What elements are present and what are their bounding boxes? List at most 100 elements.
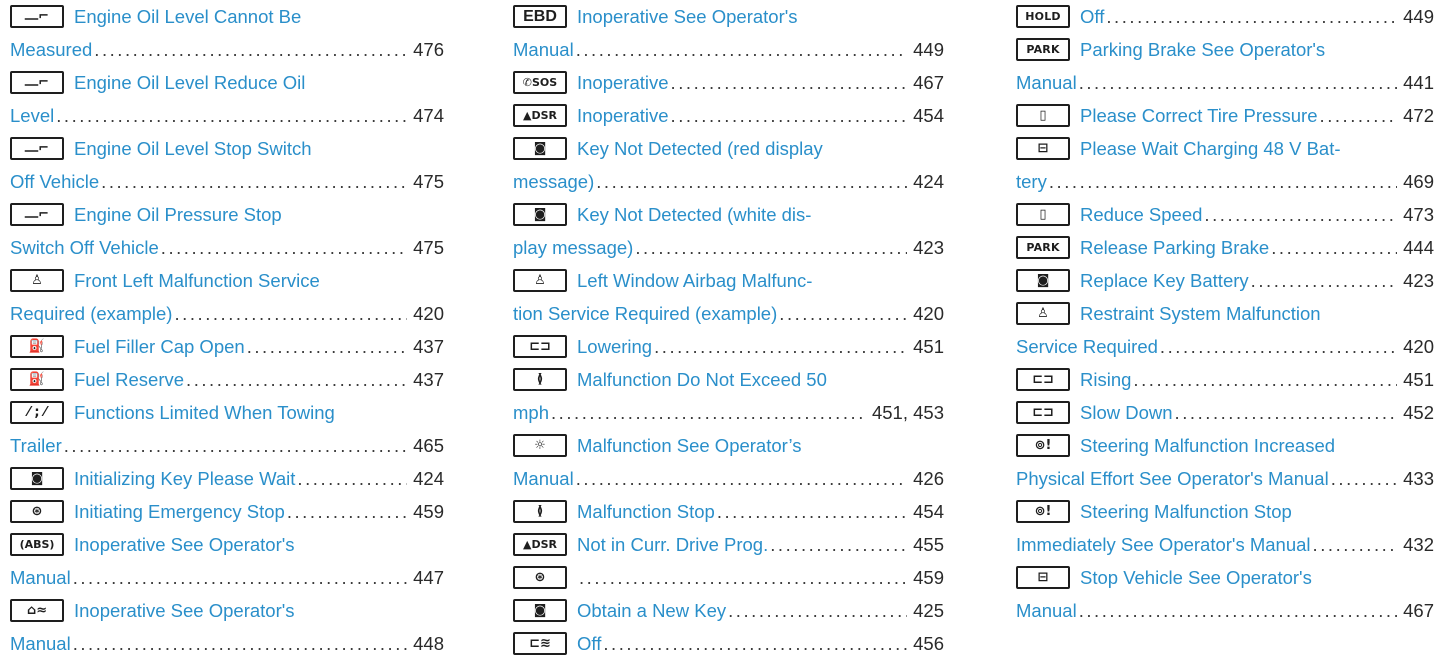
entry-text[interactable]: Manual (1016, 594, 1077, 627)
entry-text[interactable]: Engine Oil Level Stop Switch (74, 132, 312, 165)
entry-text[interactable]: Not in Curr. Drive Prog. (577, 528, 768, 561)
entry-text[interactable]: Physical Effort See Operator's Manual (1016, 462, 1329, 495)
page-number[interactable]: 456 (907, 627, 944, 660)
page-number[interactable]: 474 (407, 99, 444, 132)
entry-text[interactable]: tery (1016, 165, 1047, 198)
entry-text[interactable]: Malfunction Do Not Exceed 50 (577, 363, 827, 396)
page-number[interactable]: 465 (407, 429, 444, 462)
entry-text[interactable]: Service Required (1016, 330, 1158, 363)
page-number[interactable]: 467 (907, 66, 944, 99)
page-number[interactable]: 437 (407, 330, 444, 363)
page-number[interactable]: 454 (907, 99, 944, 132)
entry-text[interactable]: Malfunction See Operator’s (577, 429, 802, 462)
entry-text[interactable]: Manual (1016, 66, 1077, 99)
entry-text[interactable]: Obtain a New Key (577, 594, 726, 627)
entry-text[interactable]: Inoperative See Operator's (74, 594, 295, 627)
entry-text[interactable]: Initializing Key Please Wait (74, 462, 295, 495)
entry-text[interactable]: Stop Vehicle See Operator's (1080, 561, 1312, 594)
entry-text[interactable]: Off (1080, 0, 1104, 33)
page-number[interactable]: 459 (407, 495, 444, 528)
entry-text[interactable]: Malfunction Stop (577, 495, 715, 528)
page-number[interactable]: 455 (907, 528, 944, 561)
page-number[interactable]: 420 (907, 297, 944, 330)
entry-text[interactable]: Measured (10, 33, 92, 66)
entry-text[interactable]: Replace Key Battery (1080, 264, 1249, 297)
entry-text[interactable]: Initiating Emergency Stop (74, 495, 285, 528)
page-number[interactable]: 476 (407, 33, 444, 66)
page-number[interactable]: 475 (407, 165, 444, 198)
entry-text[interactable]: Engine Oil Level Cannot Be (74, 0, 301, 33)
page-number[interactable]: 452 (1397, 396, 1434, 429)
entry-text[interactable]: mph (513, 396, 549, 429)
vehicle-level-icon: ⊏⊐ (513, 335, 567, 358)
entry-text[interactable]: Required (example) (10, 297, 172, 330)
page-number[interactable]: 447 (407, 561, 444, 594)
entry-text[interactable]: Inoperative See Operator's (577, 0, 798, 33)
entry-text[interactable]: Key Not Detected (red display (577, 132, 823, 165)
entry-text[interactable]: Inoperative (577, 66, 669, 99)
entry-text[interactable]: Switch Off Vehicle (10, 231, 159, 264)
entry-text[interactable]: Left Window Airbag Malfunc- (577, 264, 812, 297)
page-number[interactable]: 449 (907, 33, 944, 66)
entry-text[interactable]: Key Not Detected (white dis- (577, 198, 811, 231)
entry-text[interactable]: Inoperative (577, 99, 669, 132)
page-number[interactable]: 420 (407, 297, 444, 330)
page-number[interactable]: 433 (1397, 462, 1434, 495)
page-number[interactable]: 448 (407, 627, 444, 660)
page-number[interactable]: 459 (907, 561, 944, 594)
page-number[interactable]: 441 (1397, 66, 1434, 99)
entry-text[interactable]: Manual (513, 462, 574, 495)
entry-text[interactable]: Parking Brake See Operator's (1080, 33, 1325, 66)
page-number[interactable]: 472 (1397, 99, 1434, 132)
entry-text[interactable]: Reduce Speed (1080, 198, 1202, 231)
page-number[interactable]: 454 (907, 495, 944, 528)
page-number[interactable]: 467 (1397, 594, 1434, 627)
entry-text[interactable]: Slow Down (1080, 396, 1173, 429)
page-number[interactable]: 425 (907, 594, 944, 627)
entry-text[interactable]: tion Service Required (example) (513, 297, 777, 330)
entry-text[interactable]: message) (513, 165, 594, 198)
page-number[interactable]: 420 (1397, 330, 1434, 363)
page-number[interactable]: 449 (1397, 0, 1434, 33)
entry-text[interactable]: Front Left Malfunction Service (74, 264, 320, 297)
entry-text[interactable]: Engine Oil Pressure Stop (74, 198, 282, 231)
entry-text[interactable]: Please Wait Charging 48 V Bat- (1080, 132, 1341, 165)
entry-text[interactable]: Lowering (577, 330, 652, 363)
page-number[interactable]: 432 (1397, 528, 1434, 561)
page-number[interactable]: 469 (1397, 165, 1434, 198)
page-number[interactable]: 475 (407, 231, 444, 264)
entry-text[interactable]: Manual (513, 33, 574, 66)
entry-text[interactable]: Trailer (10, 429, 62, 462)
page-number[interactable]: 423 (907, 231, 944, 264)
entry-text[interactable]: Fuel Reserve (74, 363, 184, 396)
entry-text[interactable]: Restraint System Malfunction (1080, 297, 1321, 330)
entry-text[interactable]: Immediately See Operator's Manual (1016, 528, 1311, 561)
page-number[interactable]: 451 (1397, 363, 1434, 396)
entry-text[interactable]: Off Vehicle (10, 165, 99, 198)
entry-text[interactable]: Off (577, 627, 601, 660)
entry-text[interactable]: Engine Oil Level Reduce Oil (74, 66, 305, 99)
entry-text[interactable]: Steering Malfunction Stop (1080, 495, 1292, 528)
entry-text[interactable]: Please Correct Tire Pressure (1080, 99, 1318, 132)
entry-text[interactable]: Functions Limited When Towing (74, 396, 335, 429)
entry-text[interactable]: Fuel Filler Cap Open (74, 330, 245, 363)
page-number[interactable]: 426 (907, 462, 944, 495)
page-number[interactable]: 423 (1397, 264, 1434, 297)
entry-text[interactable]: Inoperative See Operator's (74, 528, 295, 561)
page-number[interactable]: 473 (1397, 198, 1434, 231)
page-number[interactable]: 437 (407, 363, 444, 396)
page-number[interactable]: 424 (907, 165, 944, 198)
entry-text[interactable]: Level (10, 99, 54, 132)
entry-text[interactable]: Release Parking Brake (1080, 231, 1269, 264)
entry-text[interactable]: Steering Malfunction Increased (1080, 429, 1335, 462)
entry-text[interactable]: Manual (10, 627, 71, 660)
entry-text[interactable]: Rising (1080, 363, 1131, 396)
page-number[interactable]: 424 (407, 462, 444, 495)
entry-text[interactable]: Manual (10, 561, 71, 594)
dot-leader (577, 561, 907, 594)
page-number[interactable]: 451 (907, 330, 944, 363)
page-number[interactable]: 444 (1397, 231, 1434, 264)
page-number[interactable]: 451, 453 (866, 396, 944, 429)
entry-text[interactable]: play message) (513, 231, 633, 264)
dot-leader (1173, 396, 1398, 429)
